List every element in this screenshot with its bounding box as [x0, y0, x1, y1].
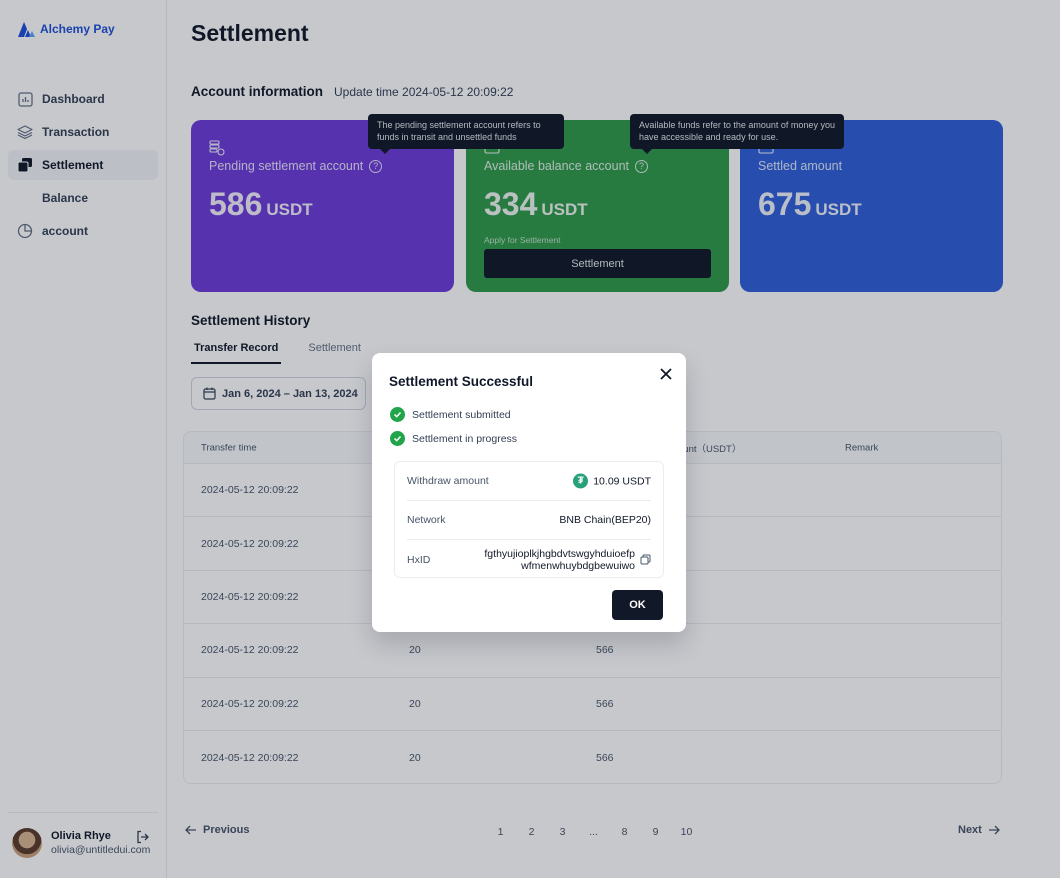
hxid-line-2: wfmenwhuybdgbewuiwo [521, 559, 635, 572]
hxid-row: HxID fgthyujioplkjhgbdvtswgyhduioefp wfm… [407, 540, 651, 579]
ok-button[interactable]: OK [612, 590, 663, 620]
withdraw-amount: 10.09 USDT [593, 475, 651, 487]
withdraw-value: ₮ 10.09 USDT [573, 473, 651, 489]
network-label: Network [407, 514, 446, 526]
step-label: Settlement submitted [412, 408, 511, 421]
check-circle-icon [390, 407, 405, 422]
network-value: BNB Chain(BEP20) [559, 514, 651, 526]
hxid-value: fgthyujioplkjhgbdvtswgyhduioefp wfmenwhu… [484, 548, 651, 572]
hxid-text: fgthyujioplkjhgbdvtswgyhduioefp wfmenwhu… [484, 548, 635, 572]
settlement-details: Withdraw amount ₮ 10.09 USDT Network BNB… [394, 461, 664, 578]
hxid-line-1: fgthyujioplkjhgbdvtswgyhduioefp [484, 547, 635, 560]
copy-icon[interactable] [640, 554, 651, 565]
hxid-label: HxID [407, 553, 431, 566]
withdraw-label: Withdraw amount [407, 475, 489, 487]
modal-title: Settlement Successful [389, 374, 534, 389]
network-row: Network BNB Chain(BEP20) [407, 501, 651, 540]
withdraw-amount-row: Withdraw amount ₮ 10.09 USDT [407, 462, 651, 501]
close-icon[interactable] [659, 367, 673, 381]
check-circle-icon [390, 431, 405, 446]
step-in-progress: Settlement in progress [390, 431, 517, 446]
step-label: Settlement in progress [412, 432, 518, 445]
tether-icon: ₮ [573, 473, 589, 489]
step-submitted: Settlement submitted [390, 407, 511, 422]
settlement-success-modal: Settlement Successful Settlement submitt… [372, 353, 686, 632]
